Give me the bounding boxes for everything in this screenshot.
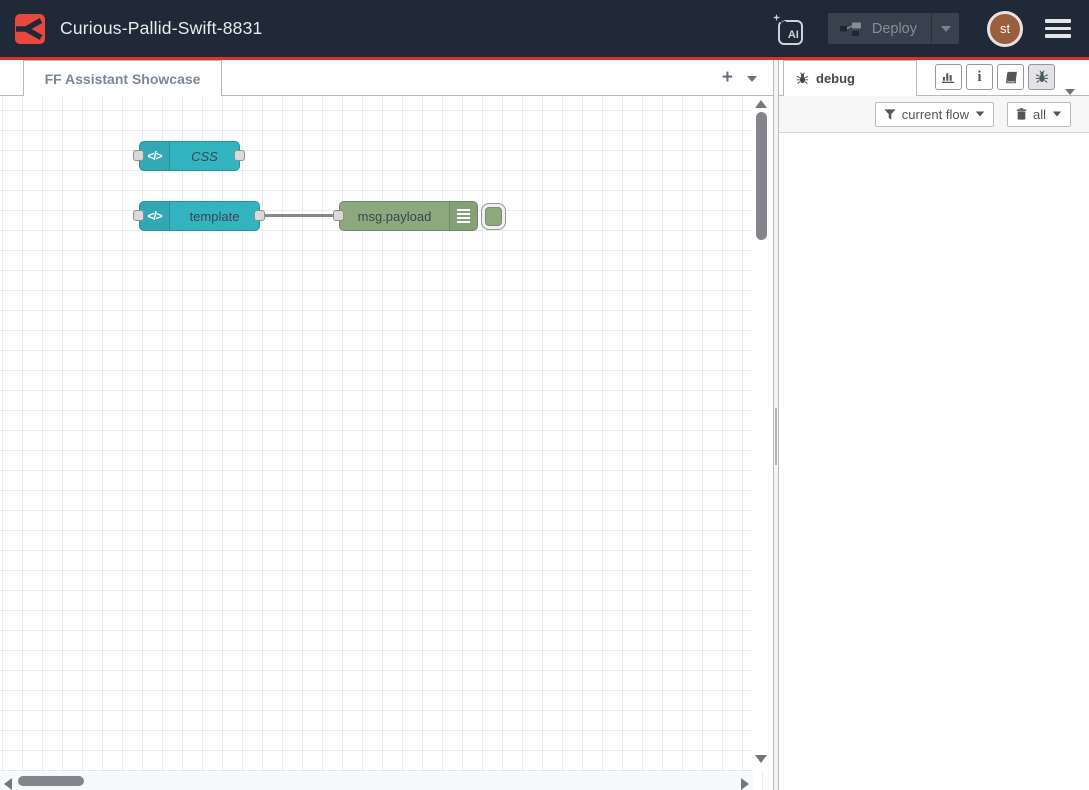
deploy-nodes-icon (840, 20, 862, 37)
code-icon: </> (140, 142, 170, 170)
debug-messages-panel[interactable] (779, 133, 1089, 790)
scroll-down-arrow[interactable] (755, 755, 767, 763)
bug-icon (796, 72, 809, 85)
ai-label: AI (788, 28, 799, 43)
debug-filter-button[interactable]: current flow (875, 102, 994, 127)
hamburger-bar (1045, 27, 1071, 31)
workspace-tab-label: FF Assistant Showcase (45, 71, 201, 87)
user-avatar[interactable]: st (987, 11, 1023, 47)
header-actions: AI Deploy (770, 11, 1089, 47)
node-label: msg.payload (340, 202, 449, 230)
trash-icon (1016, 108, 1027, 120)
main-menu-button[interactable] (1045, 19, 1071, 38)
book-icon (1004, 71, 1018, 84)
sidebar-tab-label: debug (816, 71, 855, 86)
deploy-main[interactable]: Deploy (828, 20, 931, 37)
horizontal-scrollbar (0, 772, 753, 790)
scroll-up-arrow[interactable] (755, 100, 767, 108)
info-icon: i (977, 69, 981, 86)
workspace-tab-ff-assistant-showcase[interactable]: FF Assistant Showcase (23, 60, 222, 96)
info-button[interactable]: i (966, 64, 993, 90)
input-port[interactable] (333, 210, 344, 221)
clear-label: all (1033, 107, 1046, 122)
input-port[interactable] (133, 210, 144, 221)
flowfuse-logo[interactable] (15, 14, 45, 44)
deploy-button[interactable]: Deploy (828, 13, 959, 44)
filter-label: current flow (902, 107, 969, 122)
debug-clear-button[interactable]: all (1007, 102, 1071, 127)
scroll-right-arrow[interactable] (741, 778, 749, 790)
wire[interactable] (259, 214, 341, 217)
node-red-editor: Curious-Pallid-Swift-8831 AI (0, 0, 1089, 790)
sidebar-tool-buttons: i (935, 64, 1055, 90)
workspace-list-caret[interactable] (747, 76, 757, 82)
bug-icon (1035, 70, 1049, 84)
add-flow-button[interactable]: + (722, 69, 733, 87)
hamburger-bar (1045, 19, 1071, 23)
scroll-left-arrow[interactable] (4, 778, 12, 790)
sidebar-tab-debug[interactable]: debug (783, 60, 917, 96)
debug-enable-toggle[interactable] (481, 203, 506, 230)
workspace-tabbar: FF Assistant Showcase + (0, 60, 773, 96)
output-port[interactable] (234, 150, 245, 161)
horizontal-scroll-thumb[interactable] (18, 776, 84, 786)
vertical-scroll-thumb[interactable] (756, 112, 767, 240)
chevron-down-icon (1053, 111, 1062, 116)
header: Curious-Pallid-Swift-8831 AI (0, 0, 1089, 57)
deploy-label: Deploy (872, 21, 917, 37)
node-label: CSS (170, 142, 239, 170)
output-port[interactable] (254, 210, 265, 221)
debug-toolbar: current flow all (779, 96, 1089, 133)
dashboard-chart-button[interactable] (935, 64, 962, 90)
chevron-down-icon (941, 26, 951, 32)
sidebar-options-caret[interactable] (1065, 89, 1075, 95)
help-book-button[interactable] (997, 64, 1024, 90)
sidebar: debug i (779, 60, 1089, 790)
hamburger-bar (1045, 34, 1071, 38)
sidebar-tabbar: debug i (779, 60, 1089, 96)
node-css[interactable]: </> CSS (139, 141, 240, 171)
node-debug[interactable]: msg.payload (339, 201, 478, 231)
bar-chart-icon (941, 70, 956, 84)
filter-funnel-icon (884, 109, 896, 120)
sparkle-icon (770, 11, 787, 28)
instance-title: Curious-Pallid-Swift-8831 (60, 18, 262, 39)
debug-list-icon (449, 202, 477, 230)
deploy-options-caret[interactable] (931, 13, 959, 44)
node-template[interactable]: </> template (139, 201, 260, 231)
code-icon: </> (140, 202, 170, 230)
input-port[interactable] (133, 150, 144, 161)
resize-grip-icon (775, 408, 777, 465)
flow-canvas[interactable]: </> CSS </> template msg.payload (0, 96, 773, 790)
node-label: template (170, 202, 259, 230)
ai-assistant-button[interactable]: AI (770, 11, 803, 47)
debug-sidebar-button[interactable] (1028, 64, 1055, 90)
chevron-down-icon (976, 111, 985, 116)
